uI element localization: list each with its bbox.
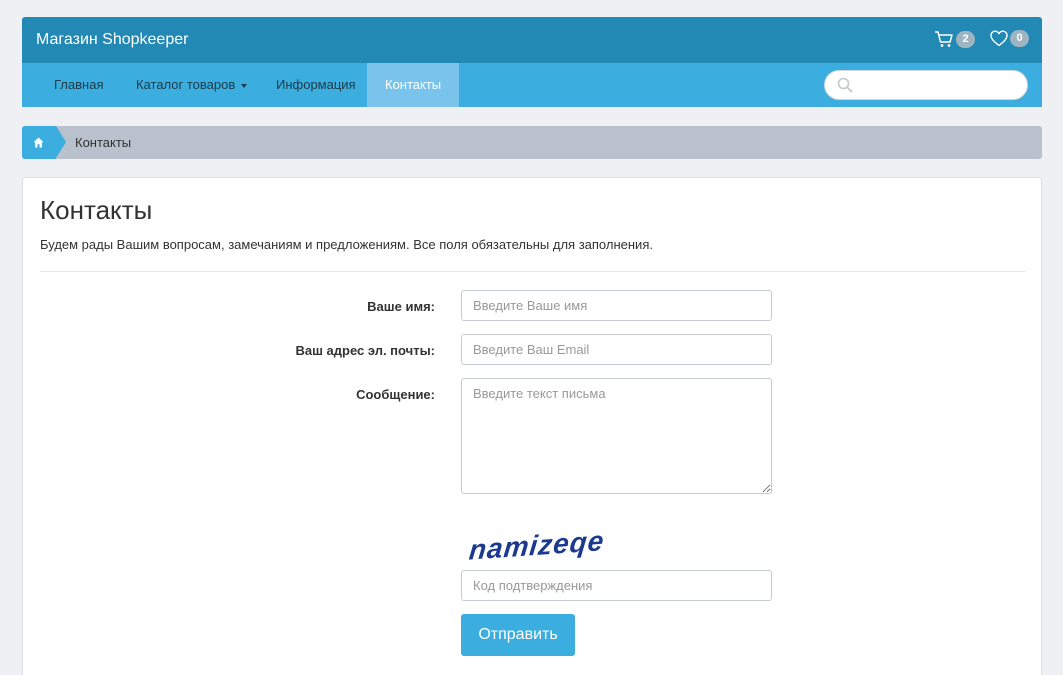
search-input[interactable] <box>859 75 1019 95</box>
nav-item-label: Контакты <box>385 77 442 92</box>
nav-item-info[interactable]: Информация <box>258 63 374 107</box>
site-header: Магазин Shopkeeper 2 0 <box>22 17 1042 63</box>
wishlist-count-badge: 0 <box>1010 30 1029 47</box>
divider <box>40 271 1026 272</box>
heart-icon <box>990 30 1008 47</box>
name-label: Ваше имя: <box>367 299 435 314</box>
message-field[interactable] <box>461 378 772 494</box>
breadcrumb-home[interactable] <box>22 126 66 159</box>
breadcrumb-current: Контакты <box>75 135 132 150</box>
nav-item-catalog[interactable]: Каталог товаров <box>118 63 265 107</box>
home-icon <box>33 137 44 148</box>
submit-button[interactable]: Отправить <box>461 614 575 656</box>
nav-item-label: Информация <box>276 77 356 92</box>
wishlist-link[interactable]: 0 <box>990 30 1029 47</box>
search-box[interactable] <box>824 70 1028 100</box>
nav-item-label: Главная <box>54 77 104 92</box>
content-panel: Контакты Будем рады Вашим вопросам, заме… <box>22 177 1042 675</box>
message-label: Сообщение: <box>356 387 435 402</box>
breadcrumb: Контакты <box>22 126 1042 159</box>
nav-item-label: Каталог товаров <box>136 77 236 92</box>
search-icon[interactable] <box>837 77 853 93</box>
page-title: Контакты <box>40 195 153 225</box>
caret-down-icon <box>241 83 248 88</box>
main-nav: Главная Каталог товаров Информация Конта… <box>22 63 1042 107</box>
cart-link[interactable]: 2 <box>934 30 975 48</box>
nav-item-contacts[interactable]: Контакты <box>367 63 460 107</box>
site-brand[interactable]: Магазин Shopkeeper <box>36 31 188 49</box>
email-field[interactable] <box>461 334 772 365</box>
captcha-image: namizeqe <box>469 524 606 566</box>
email-label: Ваш адрес эл. почты: <box>295 343 435 358</box>
cart-icon <box>935 31 953 47</box>
captcha-field[interactable] <box>461 570 772 601</box>
nav-item-home[interactable]: Главная <box>36 63 121 107</box>
name-field[interactable] <box>461 290 772 321</box>
page-intro: Будем рады Вашим вопросам, замечаниям и … <box>40 237 653 252</box>
cart-count-badge: 2 <box>956 30 975 48</box>
captcha-text: namizeqe <box>469 524 606 566</box>
